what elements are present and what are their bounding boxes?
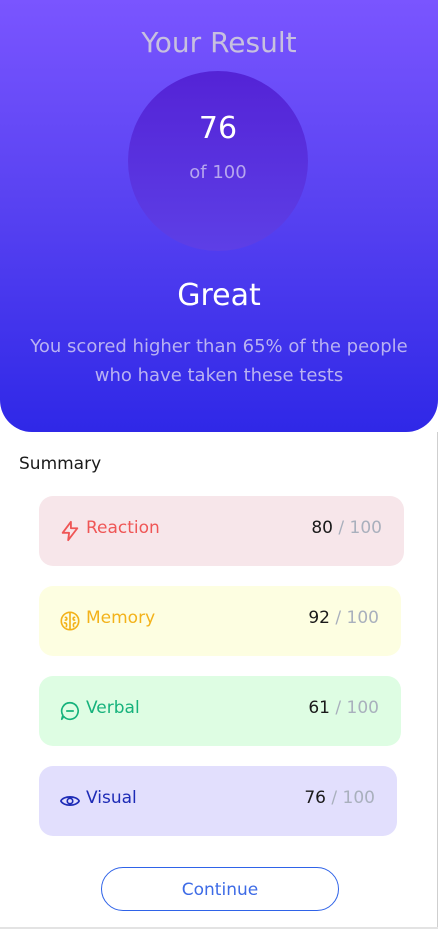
result-rating: Great xyxy=(177,278,261,313)
results-screen: Your Result 76 of 100 Great You scored h… xyxy=(0,0,438,929)
summary-item-score: 92 / 100 xyxy=(308,608,379,628)
score-max: / 100 xyxy=(331,788,375,808)
summary-item-label: Visual xyxy=(86,788,137,808)
score-max-label: of 100 xyxy=(189,162,247,183)
summary-item-reaction: Reaction 80 / 100 xyxy=(39,496,404,566)
summary-heading: Summary xyxy=(19,454,102,474)
score-max: / 100 xyxy=(335,608,379,628)
result-card: Your Result 76 of 100 Great You scored h… xyxy=(0,0,438,432)
brain-icon xyxy=(59,610,81,632)
score-value: 92 xyxy=(308,608,330,628)
eye-icon xyxy=(59,790,81,812)
summary-item-label: Reaction xyxy=(86,518,160,538)
score-max: / 100 xyxy=(335,698,379,718)
score-value: 61 xyxy=(308,698,330,718)
score-value: 76 xyxy=(304,788,326,808)
summary-item-verbal: Verbal 61 / 100 xyxy=(39,676,401,746)
summary-item-score: 80 / 100 xyxy=(311,518,382,538)
lightning-icon xyxy=(59,520,81,542)
score-value: 76 xyxy=(198,111,238,146)
score-circle: 76 of 100 xyxy=(128,71,308,251)
summary-item-score: 61 / 100 xyxy=(308,698,379,718)
summary-item-label: Verbal xyxy=(86,698,140,718)
summary-item-label: Memory xyxy=(86,608,156,628)
result-title: Your Result xyxy=(141,26,297,59)
chat-icon xyxy=(59,700,81,722)
summary-item-visual: Visual 76 / 100 xyxy=(39,766,397,836)
result-description: You scored higher than 65% of the people… xyxy=(30,336,408,386)
summary-item-memory: Memory 92 / 100 xyxy=(39,586,401,656)
score-value: 80 xyxy=(311,518,333,538)
continue-button[interactable]: Continue xyxy=(101,867,339,911)
summary-item-score: 76 / 100 xyxy=(304,788,375,808)
score-max: / 100 xyxy=(338,518,382,538)
